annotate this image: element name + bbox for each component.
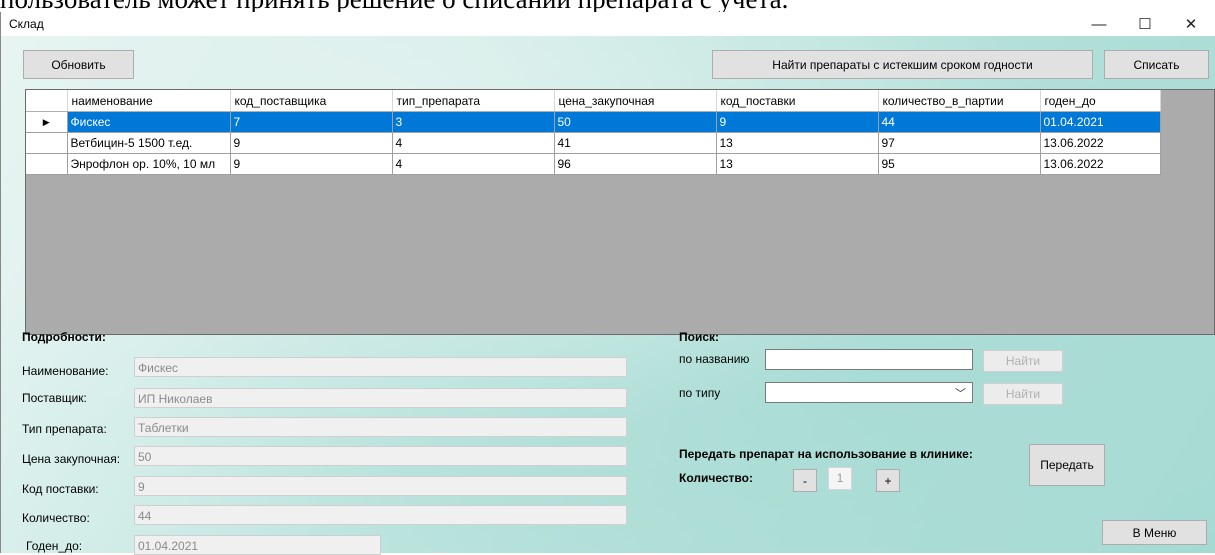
table-cell[interactable]: 13.06.2022 bbox=[1040, 153, 1161, 175]
warehouse-window: Склад — ☐ ✕ Обновить Найти препараты с и… bbox=[0, 12, 1215, 555]
close-button[interactable]: ✕ bbox=[1168, 12, 1214, 36]
table-cell[interactable]: 4 bbox=[392, 153, 555, 175]
document-text-fragment: пользователь может принять решение о спи… bbox=[0, 0, 1215, 12]
row-header-corner bbox=[26, 90, 68, 112]
maximize-button[interactable]: ☐ bbox=[1122, 12, 1168, 36]
expiry-label: Годен_до: bbox=[26, 539, 83, 553]
table-cell[interactable]: 13.06.2022 bbox=[1040, 132, 1161, 154]
search-type-select[interactable]: ﹀ bbox=[765, 382, 973, 403]
table-cell[interactable]: 13 bbox=[716, 153, 879, 175]
row-header[interactable] bbox=[26, 132, 68, 154]
delivery-code-field: 9 bbox=[134, 476, 627, 496]
close-icon: ✕ bbox=[1184, 16, 1198, 33]
table-cell[interactable]: 44 bbox=[878, 111, 1041, 133]
table-cell[interactable]: 50 bbox=[554, 111, 717, 133]
type-label: Тип препарата: bbox=[22, 422, 107, 436]
minimize-icon: — bbox=[1091, 15, 1107, 33]
menu-button[interactable]: В Меню bbox=[1102, 520, 1207, 545]
transfer-quantity-label: Количество: bbox=[679, 471, 753, 485]
table-cell[interactable]: 01.04.2021 bbox=[1040, 111, 1161, 133]
table-cell[interactable]: 9 bbox=[716, 111, 879, 133]
grid-header-row: наименование код_поставщика тип_препарат… bbox=[26, 90, 1161, 112]
table-cell[interactable]: Фискес bbox=[67, 111, 231, 133]
row-header[interactable] bbox=[26, 153, 68, 175]
refresh-button[interactable]: Обновить bbox=[23, 50, 134, 79]
decrease-quantity-button[interactable]: - bbox=[793, 469, 817, 492]
write-off-button[interactable]: Списать bbox=[1104, 50, 1209, 79]
transfer-heading: Передать препарат на использование в кли… bbox=[679, 447, 973, 461]
table-row[interactable]: Ветбицин-5 1500 т.ед. 9 4 41 13 97 13.06… bbox=[26, 132, 1161, 154]
search-heading: Поиск: bbox=[679, 330, 720, 344]
quantity-label: Количество: bbox=[22, 511, 90, 525]
table-cell[interactable]: Ветбицин-5 1500 т.ед. bbox=[67, 132, 231, 154]
window-title: Склад bbox=[9, 17, 44, 31]
name-label: Наименование: bbox=[22, 364, 109, 378]
document-text: пользователь может принять решение о спи… bbox=[0, 0, 788, 12]
table-cell[interactable]: 4 bbox=[392, 132, 555, 154]
table-cell[interactable]: 3 bbox=[392, 111, 555, 133]
maximize-icon: ☐ bbox=[1138, 16, 1152, 33]
title-bar: Склад — ☐ ✕ bbox=[1, 12, 1215, 36]
find-by-name-button[interactable]: Найти bbox=[983, 350, 1063, 372]
type-field: Таблетки bbox=[134, 417, 627, 437]
details-heading: Подробности: bbox=[22, 330, 106, 344]
price-field: 50 bbox=[134, 446, 627, 466]
table-cell[interactable]: 13 bbox=[716, 132, 879, 154]
minimize-button[interactable]: — bbox=[1076, 12, 1122, 36]
current-row-marker-icon[interactable]: ▶ bbox=[26, 111, 68, 133]
table-cell[interactable]: 96 bbox=[554, 153, 717, 175]
table-row[interactable]: ▶ Фискес 7 3 50 9 44 01.04.2021 bbox=[26, 111, 1161, 133]
table-cell[interactable]: 41 bbox=[554, 132, 717, 154]
table-row[interactable]: Энрофлон ор. 10%, 10 мл 9 4 96 13 95 13.… bbox=[26, 153, 1161, 175]
column-header[interactable]: код_поставщика bbox=[230, 90, 393, 112]
transfer-quantity-value[interactable]: 1 bbox=[828, 467, 852, 490]
column-header[interactable]: годен_до bbox=[1040, 90, 1161, 112]
table-cell[interactable]: 9 bbox=[230, 132, 393, 154]
price-label: Цена закупочная: bbox=[22, 452, 121, 466]
search-name-input[interactable] bbox=[765, 349, 973, 370]
transfer-button[interactable]: Передать bbox=[1029, 444, 1105, 486]
increase-quantity-button[interactable]: + bbox=[876, 469, 900, 492]
table-cell[interactable]: 7 bbox=[230, 111, 393, 133]
quantity-field: 44 bbox=[134, 505, 627, 525]
column-header[interactable]: наименование bbox=[67, 90, 231, 112]
search-by-name-label: по названию bbox=[679, 352, 750, 366]
chevron-down-icon[interactable]: ﹀ bbox=[955, 385, 966, 401]
find-expired-button[interactable]: Найти препараты с истекшим сроком годнос… bbox=[712, 50, 1093, 79]
supplier-label: Поставщик: bbox=[22, 391, 87, 405]
table-cell[interactable]: Энрофлон ор. 10%, 10 мл bbox=[67, 153, 231, 175]
table-cell[interactable]: 97 bbox=[878, 132, 1041, 154]
column-header[interactable]: количество_в_партии bbox=[878, 90, 1041, 112]
delivery-code-label: Код поставки: bbox=[22, 482, 99, 496]
drugs-grid[interactable]: наименование код_поставщика тип_препарат… bbox=[25, 89, 1215, 335]
column-header[interactable]: цена_закупочная bbox=[554, 90, 717, 112]
expiry-field: 01.04.2021 bbox=[134, 535, 381, 555]
table-cell[interactable]: 9 bbox=[230, 153, 393, 175]
column-header[interactable]: код_поставки bbox=[716, 90, 879, 112]
find-by-type-button[interactable]: Найти bbox=[983, 383, 1063, 405]
search-by-type-label: по типу bbox=[679, 386, 721, 400]
column-header[interactable]: тип_препарата bbox=[392, 90, 555, 112]
name-field: Фискес bbox=[134, 357, 627, 377]
table-cell[interactable]: 95 bbox=[878, 153, 1041, 175]
supplier-field: ИП Николаев bbox=[134, 388, 627, 408]
